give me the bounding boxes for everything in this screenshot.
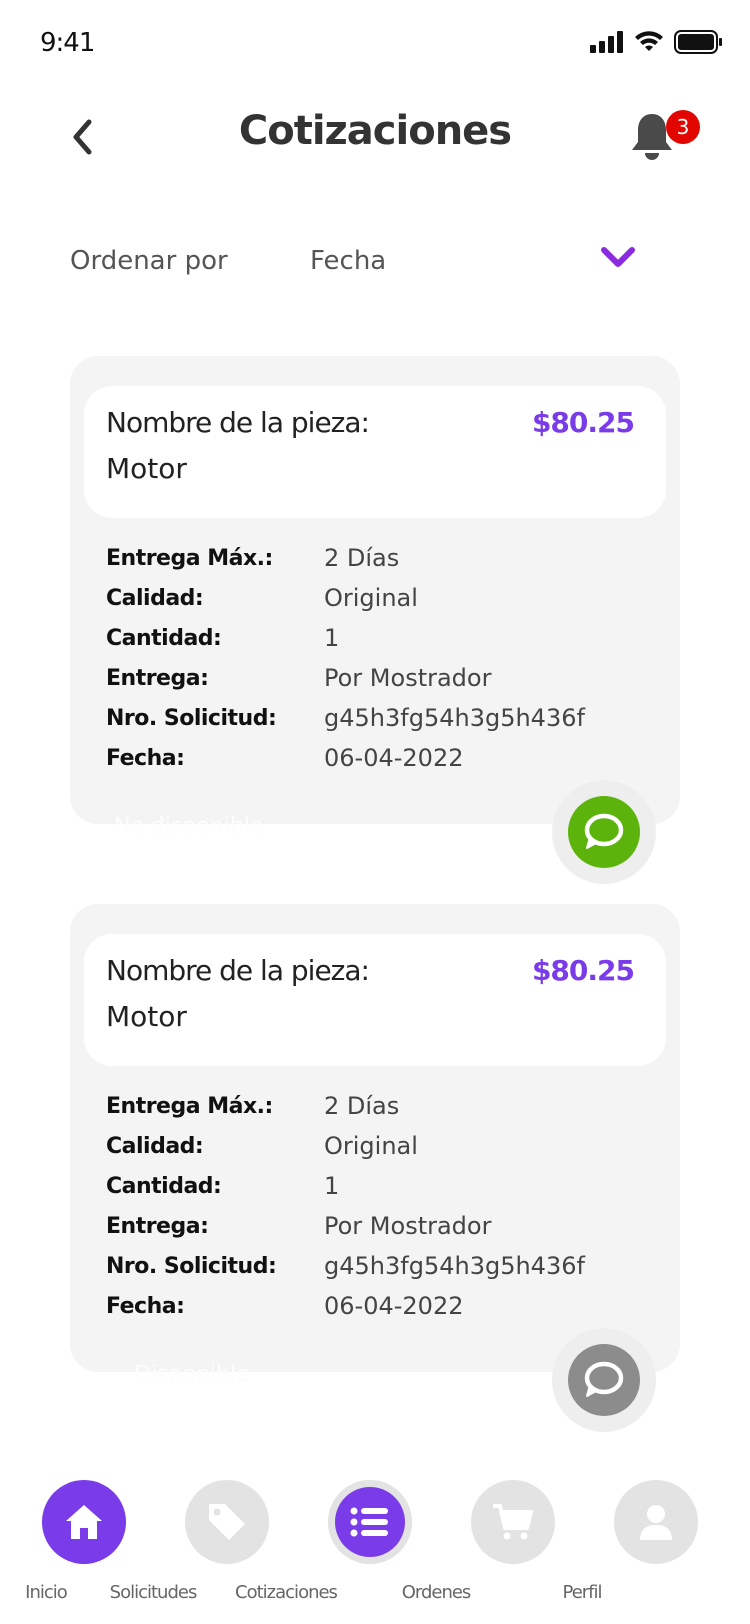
- detail-value: Por Mostrador: [324, 664, 492, 692]
- detail-key: Fecha:: [106, 1293, 185, 1319]
- nav-cotizaciones-inner: [335, 1487, 405, 1557]
- detail-row: Entrega Máx.: 2 Días: [106, 1086, 585, 1126]
- sort-select[interactable]: Fecha: [310, 246, 386, 276]
- chevron-down-icon: [601, 247, 635, 267]
- nav-label-ordenes[interactable]: Ordenes: [376, 1582, 496, 1603]
- quote-details: Entrega Máx.: 2 Días Calidad: Original Can…: [106, 1086, 585, 1326]
- quote-price: $80.25: [531, 406, 635, 439]
- detail-key: Entrega:: [106, 665, 209, 691]
- battery-icon: [674, 30, 722, 54]
- detail-key: Fecha:: [106, 745, 185, 771]
- part-label: Nombre de la pieza:: [106, 406, 370, 439]
- nav-label-inicio[interactable]: Inicio: [0, 1582, 106, 1603]
- detail-key: Entrega:: [106, 1213, 209, 1239]
- home-icon: [66, 1505, 102, 1539]
- quote-price: $80.25: [531, 954, 635, 987]
- tag-icon: [209, 1504, 245, 1540]
- cart-icon: [493, 1504, 533, 1540]
- chat-button[interactable]: [552, 1328, 656, 1432]
- status-icons: [590, 30, 722, 54]
- detail-row: Entrega: Por Mostrador: [106, 658, 585, 698]
- wifi-icon: [635, 31, 663, 51]
- part-label: Nombre de la pieza:: [106, 954, 370, 987]
- nav-perfil[interactable]: [614, 1480, 698, 1564]
- detail-key: Nro. Solicitud:: [106, 705, 277, 731]
- detail-value: g45h3fg54h3g5h436f: [324, 1252, 585, 1280]
- detail-value: 06-04-2022: [324, 1292, 464, 1320]
- chat-bubble-icon: [584, 813, 624, 849]
- quote-card: Nombre de la pieza: Motor $80.25 Entrega…: [70, 356, 680, 839]
- quote-card-header: Nombre de la pieza: Motor $80.25: [84, 386, 666, 518]
- detail-value: 1: [324, 624, 340, 652]
- detail-key: Calidad:: [106, 1133, 204, 1159]
- detail-row: Entrega: Por Mostrador: [106, 1206, 585, 1246]
- status-time: 9:41: [40, 28, 95, 58]
- detail-key: Calidad:: [106, 585, 204, 611]
- nav-solicitudes[interactable]: [185, 1480, 269, 1564]
- quote-details: Entrega Máx.: 2 Días Calidad: Original Can…: [106, 538, 585, 778]
- nav-cotizaciones[interactable]: [328, 1480, 412, 1564]
- chat-button[interactable]: [552, 780, 656, 884]
- user-icon: [640, 1505, 672, 1540]
- detail-value: Original: [324, 1132, 418, 1160]
- detail-value: 2 Días: [324, 1092, 400, 1120]
- detail-key: Entrega Máx.:: [106, 545, 273, 571]
- quote-card-header: Nombre de la pieza: Motor $80.25: [84, 934, 666, 1066]
- nav-label-perfil[interactable]: Perfil: [522, 1582, 642, 1603]
- part-name: Motor: [106, 452, 187, 485]
- part-name: Motor: [106, 1000, 187, 1033]
- detail-value: 1: [324, 1172, 340, 1200]
- detail-value: 2 Días: [324, 544, 400, 572]
- availability-label: No disponible: [114, 814, 264, 839]
- detail-key: Cantidad:: [106, 625, 222, 651]
- nav-inicio[interactable]: [42, 1480, 126, 1564]
- chat-bubble-icon: [584, 1361, 624, 1397]
- detail-row: Entrega Máx.: 2 Días: [106, 538, 585, 578]
- detail-value: g45h3fg54h3g5h436f: [324, 704, 585, 732]
- detail-row: Calidad: Original: [106, 1126, 585, 1166]
- detail-row: Cantidad: 1: [106, 618, 585, 658]
- sort-dropdown-toggle[interactable]: [600, 246, 640, 276]
- availability-label: Disponible: [134, 1362, 250, 1387]
- detail-row: Nro. Solicitud: g45h3fg54h3g5h436f: [106, 1246, 585, 1286]
- detail-row: Fecha: 06-04-2022: [106, 738, 585, 778]
- detail-key: Nro. Solicitud:: [106, 1253, 277, 1279]
- detail-value: Original: [324, 584, 418, 612]
- detail-row: Nro. Solicitud: g45h3fg54h3g5h436f: [106, 698, 585, 738]
- chat-button-inner: [568, 1344, 640, 1416]
- detail-row: Calidad: Original: [106, 578, 585, 618]
- nav-label-solicitudes[interactable]: Solicitudes: [93, 1582, 213, 1603]
- detail-row: Cantidad: 1: [106, 1166, 585, 1206]
- list-icon: [350, 1507, 388, 1537]
- detail-row: Fecha: 06-04-2022: [106, 1286, 585, 1326]
- detail-value: Por Mostrador: [324, 1212, 492, 1240]
- notification-badge: 3: [666, 110, 700, 144]
- detail-key: Cantidad:: [106, 1173, 222, 1199]
- quote-card: Nombre de la pieza: Motor $80.25 Entrega…: [70, 904, 680, 1387]
- nav-label-cotizaciones[interactable]: Cotizaciones: [226, 1582, 346, 1603]
- signal-icon: [590, 31, 623, 53]
- notifications-button[interactable]: 3: [630, 110, 700, 172]
- chat-button-inner: [568, 796, 640, 868]
- sort-label: Ordenar por: [70, 246, 228, 276]
- nav-ordenes[interactable]: [471, 1480, 555, 1564]
- detail-value: 06-04-2022: [324, 744, 464, 772]
- detail-key: Entrega Máx.:: [106, 1093, 273, 1119]
